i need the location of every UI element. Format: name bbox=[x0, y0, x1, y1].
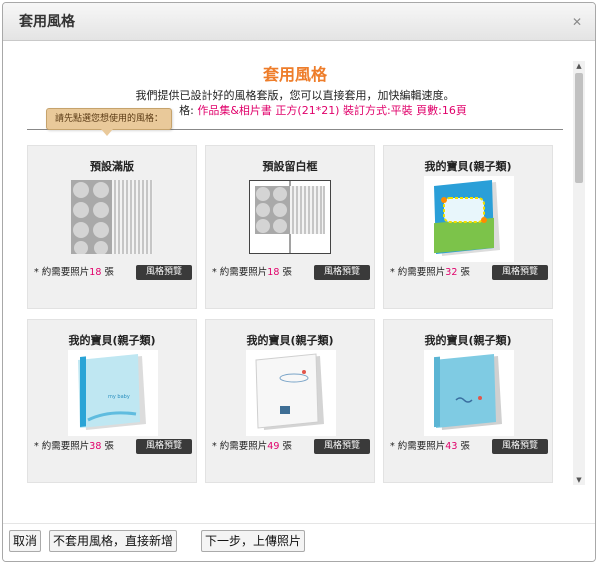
photo-requirement-label: * 約需要照片 bbox=[34, 441, 90, 452]
photo-requirement: * 約需要照片18 張 風格預覽 bbox=[34, 265, 194, 281]
style-preview-button[interactable]: 風格預覽 bbox=[136, 265, 192, 280]
close-icon[interactable]: ✕ bbox=[571, 16, 583, 28]
content-scrollbar[interactable]: ▲ ▼ bbox=[573, 61, 585, 485]
style-card-border[interactable]: 預設留白框 * 約需要照片18 張 風格預覽 bbox=[205, 145, 375, 309]
photo-count: 32 bbox=[445, 267, 458, 278]
apply-style-dialog: 套用風格 ✕ 套用風格 我們提供已設計好的風格套版，您可以直接套用，加快編輯速度… bbox=[2, 2, 596, 562]
photo-unit: 張 bbox=[104, 267, 114, 278]
dialog-content: 套用風格 我們提供已設計好的風格套版，您可以直接套用，加快編輯速度。 格: 作品… bbox=[3, 41, 595, 515]
photo-unit: 張 bbox=[460, 441, 470, 452]
svg-text:my baby: my baby bbox=[108, 394, 130, 400]
style-thumbnail-baby-4 bbox=[424, 350, 514, 436]
page-description: 我們提供已設計好的風格套版，您可以直接套用，加快編輯速度。 bbox=[135, 89, 455, 102]
scroll-up-icon[interactable]: ▲ bbox=[573, 61, 585, 71]
scroll-down-icon[interactable]: ▼ bbox=[573, 475, 585, 485]
photo-count: 43 bbox=[445, 441, 458, 452]
style-thumbnail-baby-2: my baby bbox=[68, 350, 158, 436]
photo-requirement-label: * 約需要照片 bbox=[390, 267, 446, 278]
photo-requirement-label: * 約需要照片 bbox=[212, 267, 268, 278]
style-preview-button[interactable]: 風格預覽 bbox=[314, 439, 370, 454]
style-preview-button[interactable]: 風格預覽 bbox=[492, 265, 548, 280]
photo-count: 38 bbox=[89, 441, 102, 452]
photo-requirement-label: * 約需要照片 bbox=[212, 441, 268, 452]
photo-requirement-label: * 約需要照片 bbox=[390, 441, 446, 452]
select-style-tooltip: 請先點選您想使用的風格： bbox=[46, 108, 172, 136]
style-preview-button[interactable]: 風格預覽 bbox=[492, 439, 548, 454]
photo-requirement-label: * 約需要照片 bbox=[34, 267, 90, 278]
scroll-thumb[interactable] bbox=[575, 73, 583, 183]
style-thumbnail-baby-3 bbox=[246, 350, 336, 436]
photo-requirement: * 約需要照片18 張 風格預覽 bbox=[212, 265, 372, 281]
style-thumbnail-baby-1 bbox=[424, 176, 514, 262]
skip-style-button[interactable]: 不套用風格，直接新增 bbox=[49, 530, 178, 552]
next-upload-button[interactable]: 下一步，上傳照片 bbox=[201, 530, 306, 552]
photo-count: 18 bbox=[89, 267, 102, 278]
style-card-baby-1[interactable]: 我的寶貝(親子類) * 約需要照片32 張 風格預覽 bbox=[383, 145, 553, 309]
photo-requirement: * 約需要照片49 張 風格預覽 bbox=[212, 439, 372, 455]
style-card-baby-3[interactable]: 我的寶貝(親子類) * 約需要照片49 張 風格預覽 bbox=[205, 319, 375, 483]
style-preview-button[interactable]: 風格預覽 bbox=[136, 439, 192, 454]
dialog-titlebar: 套用風格 bbox=[3, 3, 595, 41]
photo-unit: 張 bbox=[460, 267, 470, 278]
photo-unit: 張 bbox=[104, 441, 114, 452]
photo-unit: 張 bbox=[282, 267, 292, 278]
style-card-title: 預設滿版 bbox=[90, 160, 134, 173]
style-card-baby-4[interactable]: 我的寶貝(親子類) * 約需要照片43 張 風格預覽 bbox=[383, 319, 553, 483]
style-card-title: 我的寶貝(親子類) bbox=[68, 334, 156, 347]
photo-requirement: * 約需要照片32 張 風格預覽 bbox=[390, 265, 550, 281]
style-card-title: 我的寶貝(親子類) bbox=[424, 160, 512, 173]
photo-requirement: * 約需要照片43 張 風格預覽 bbox=[390, 439, 550, 455]
photo-requirement: * 約需要照片38 張 風格預覽 bbox=[34, 439, 194, 455]
style-thumbnail-border bbox=[249, 180, 331, 254]
photo-count: 49 bbox=[267, 441, 280, 452]
style-thumbnail-full bbox=[71, 180, 153, 255]
style-card-baby-2[interactable]: 我的寶貝(親子類) my baby * 約需要照片38 張 風格預覽 bbox=[27, 319, 197, 483]
product-meta-value: 作品集&相片書 正方(21*21) 裝訂方式:平裝 頁數:16頁 bbox=[197, 104, 467, 117]
cancel-button[interactable]: 取消 bbox=[9, 530, 42, 552]
dialog-title: 套用風格 bbox=[19, 14, 75, 30]
style-card-title: 我的寶貝(親子類) bbox=[246, 334, 334, 347]
dialog-footer: 取消 不套用風格，直接新增 下一步，上傳照片 bbox=[3, 523, 595, 561]
style-card-title: 我的寶貝(親子類) bbox=[424, 334, 512, 347]
style-card-title: 預設留白框 bbox=[262, 160, 318, 173]
product-meta-label: 格: bbox=[179, 104, 194, 117]
photo-count: 18 bbox=[267, 267, 280, 278]
photo-unit: 張 bbox=[282, 441, 292, 452]
page-title: 套用風格 bbox=[262, 65, 327, 84]
style-preview-button[interactable]: 風格預覽 bbox=[314, 265, 370, 280]
style-card-full[interactable]: 預設滿版 * 約需要照片18 張 風格預覽 bbox=[27, 145, 197, 309]
